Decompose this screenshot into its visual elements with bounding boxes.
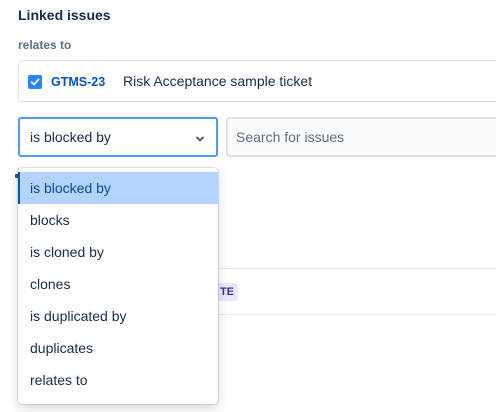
link-type-value: is blocked by <box>30 129 111 145</box>
link-type-option[interactable]: is duplicated by <box>18 300 218 332</box>
link-type-option[interactable]: duplicates <box>18 332 218 364</box>
linked-issue-card[interactable]: GTMS-23 Risk Acceptance sample ticket <box>18 60 496 102</box>
link-type-option[interactable]: is cloned by <box>18 236 218 268</box>
issue-type-checkbox-icon <box>28 75 42 89</box>
relation-group-label: relates to <box>18 38 72 52</box>
link-type-dropdown-menu: is blocked by blocks is cloned by clones is … <box>18 168 218 404</box>
link-type-option[interactable]: blocks <box>18 204 218 236</box>
link-type-option[interactable]: clones <box>18 268 218 300</box>
link-type-option[interactable]: relates to <box>18 364 218 396</box>
chevron-down-icon <box>194 132 206 150</box>
link-type-select[interactable]: is blocked by <box>18 117 218 157</box>
linked-issues-heading: Linked issues <box>18 7 111 23</box>
issue-key-link[interactable]: GTMS-23 <box>51 75 105 89</box>
issue-summary: Risk Acceptance sample ticket <box>123 73 313 89</box>
issue-search-input[interactable] <box>236 127 486 147</box>
issue-search-field[interactable] <box>226 117 496 157</box>
link-type-option[interactable]: is blocked by <box>18 172 218 204</box>
